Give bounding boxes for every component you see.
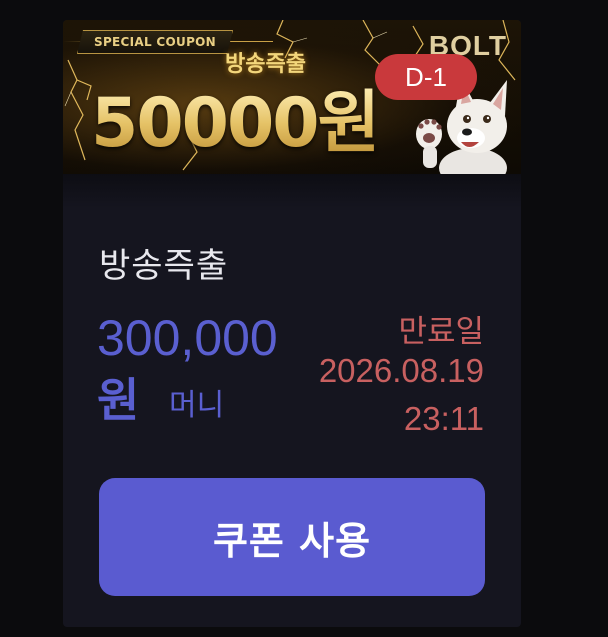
expiry-time: 23:11 xyxy=(403,400,484,437)
banner-amount: 50000원 xyxy=(91,84,380,163)
banner-subtitle: 방송즉출 xyxy=(225,52,306,77)
banner-shadow xyxy=(63,174,521,208)
expiry-label: 만료일 xyxy=(398,314,484,350)
reward-unit: 원 xyxy=(97,373,140,427)
coupon-card: SPECIAL COUPON 방송즉출 50000원 BOLT D-1 방송즉출… xyxy=(63,20,521,627)
d-day-badge: D-1 xyxy=(375,54,477,100)
coupon-title: 방송즉출 xyxy=(99,246,229,286)
expiry-date: 2026.08.19 xyxy=(318,352,484,389)
special-coupon-tag: SPECIAL COUPON xyxy=(77,30,233,54)
coupon-banner: SPECIAL COUPON 방송즉출 50000원 BOLT D-1 xyxy=(63,20,521,174)
use-coupon-button[interactable]: 쿠폰 사용 xyxy=(99,478,485,596)
reward-amount: 300,000 xyxy=(97,310,278,366)
reward-type: 머니 xyxy=(169,388,225,423)
